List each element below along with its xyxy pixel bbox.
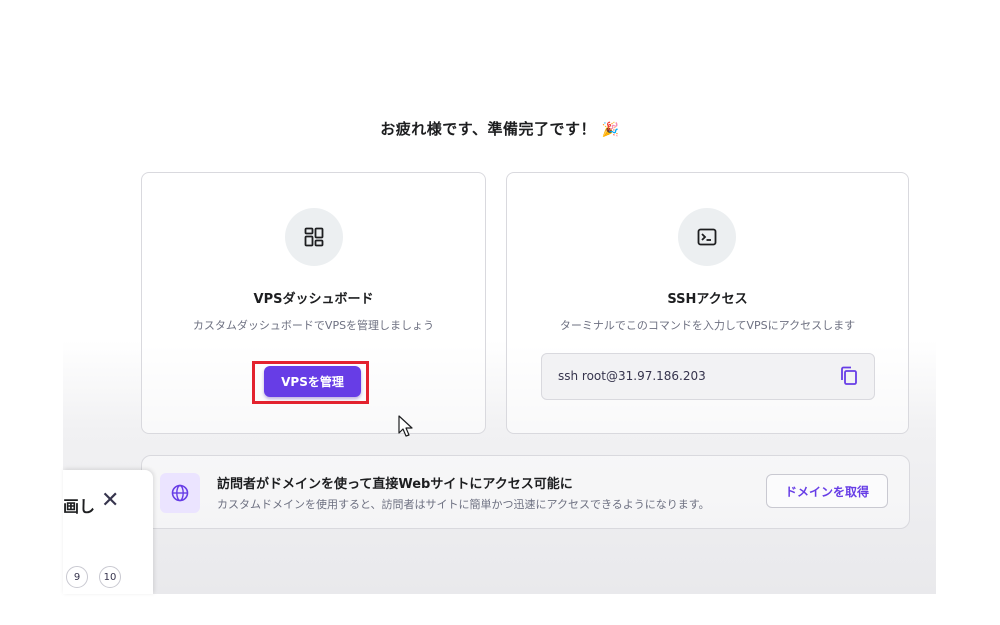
manage-vps-button[interactable]: VPSを管理 (264, 366, 361, 397)
vps-dashboard-card: VPSダッシュボード カスタムダッシュボードでVPSを管理しましょう VPSを管… (141, 172, 486, 434)
page-headline: お疲れ様です、準備完了です！ 🎉 (0, 118, 1000, 139)
ssh-command-text: ssh root@31.97.186.203 (558, 369, 706, 383)
domain-banner-title: 訪問者がドメインを使って直接Webサイトにアクセス可能に (217, 477, 573, 492)
page-number-10[interactable]: 10 (99, 566, 121, 588)
page-number-9[interactable]: 9 (66, 566, 88, 588)
mouse-cursor-icon (398, 415, 413, 437)
ssh-command-box: ssh root@31.97.186.203 (541, 353, 875, 400)
headline-text: お疲れ様です、準備完了です！ (380, 120, 597, 138)
dashboard-grid-icon (285, 208, 343, 266)
globe-icon (160, 473, 200, 513)
ssh-access-description: ターミナルでこのコマンドを入力してVPSにアクセスします (559, 319, 856, 332)
party-emoji: 🎉 (601, 122, 620, 138)
vps-dashboard-description: カスタムダッシュボードでVPSを管理しましょう (192, 319, 435, 332)
side-panel-title: 画し (63, 497, 96, 516)
ssh-access-card: SSHアクセス ターミナルでこのコマンドを入力してVPSにアクセスします ssh… (506, 172, 909, 434)
copy-icon[interactable] (840, 366, 858, 390)
vps-dashboard-title: VPSダッシュボード (253, 292, 374, 307)
ssh-access-title: SSHアクセス (667, 292, 748, 307)
close-icon[interactable]: ✕ (101, 488, 119, 513)
domain-banner: 訪問者がドメインを使って直接Webサイトにアクセス可能に カスタムドメインを使用… (141, 455, 910, 529)
domain-banner-description: カスタムドメインを使用すると、訪問者はサイトに簡単かつ迅速にアクセスできるように… (217, 498, 710, 511)
side-panel: 画し ✕ 9 10 (63, 470, 153, 594)
terminal-icon (678, 208, 736, 266)
get-domain-button[interactable]: ドメインを取得 (766, 474, 888, 508)
